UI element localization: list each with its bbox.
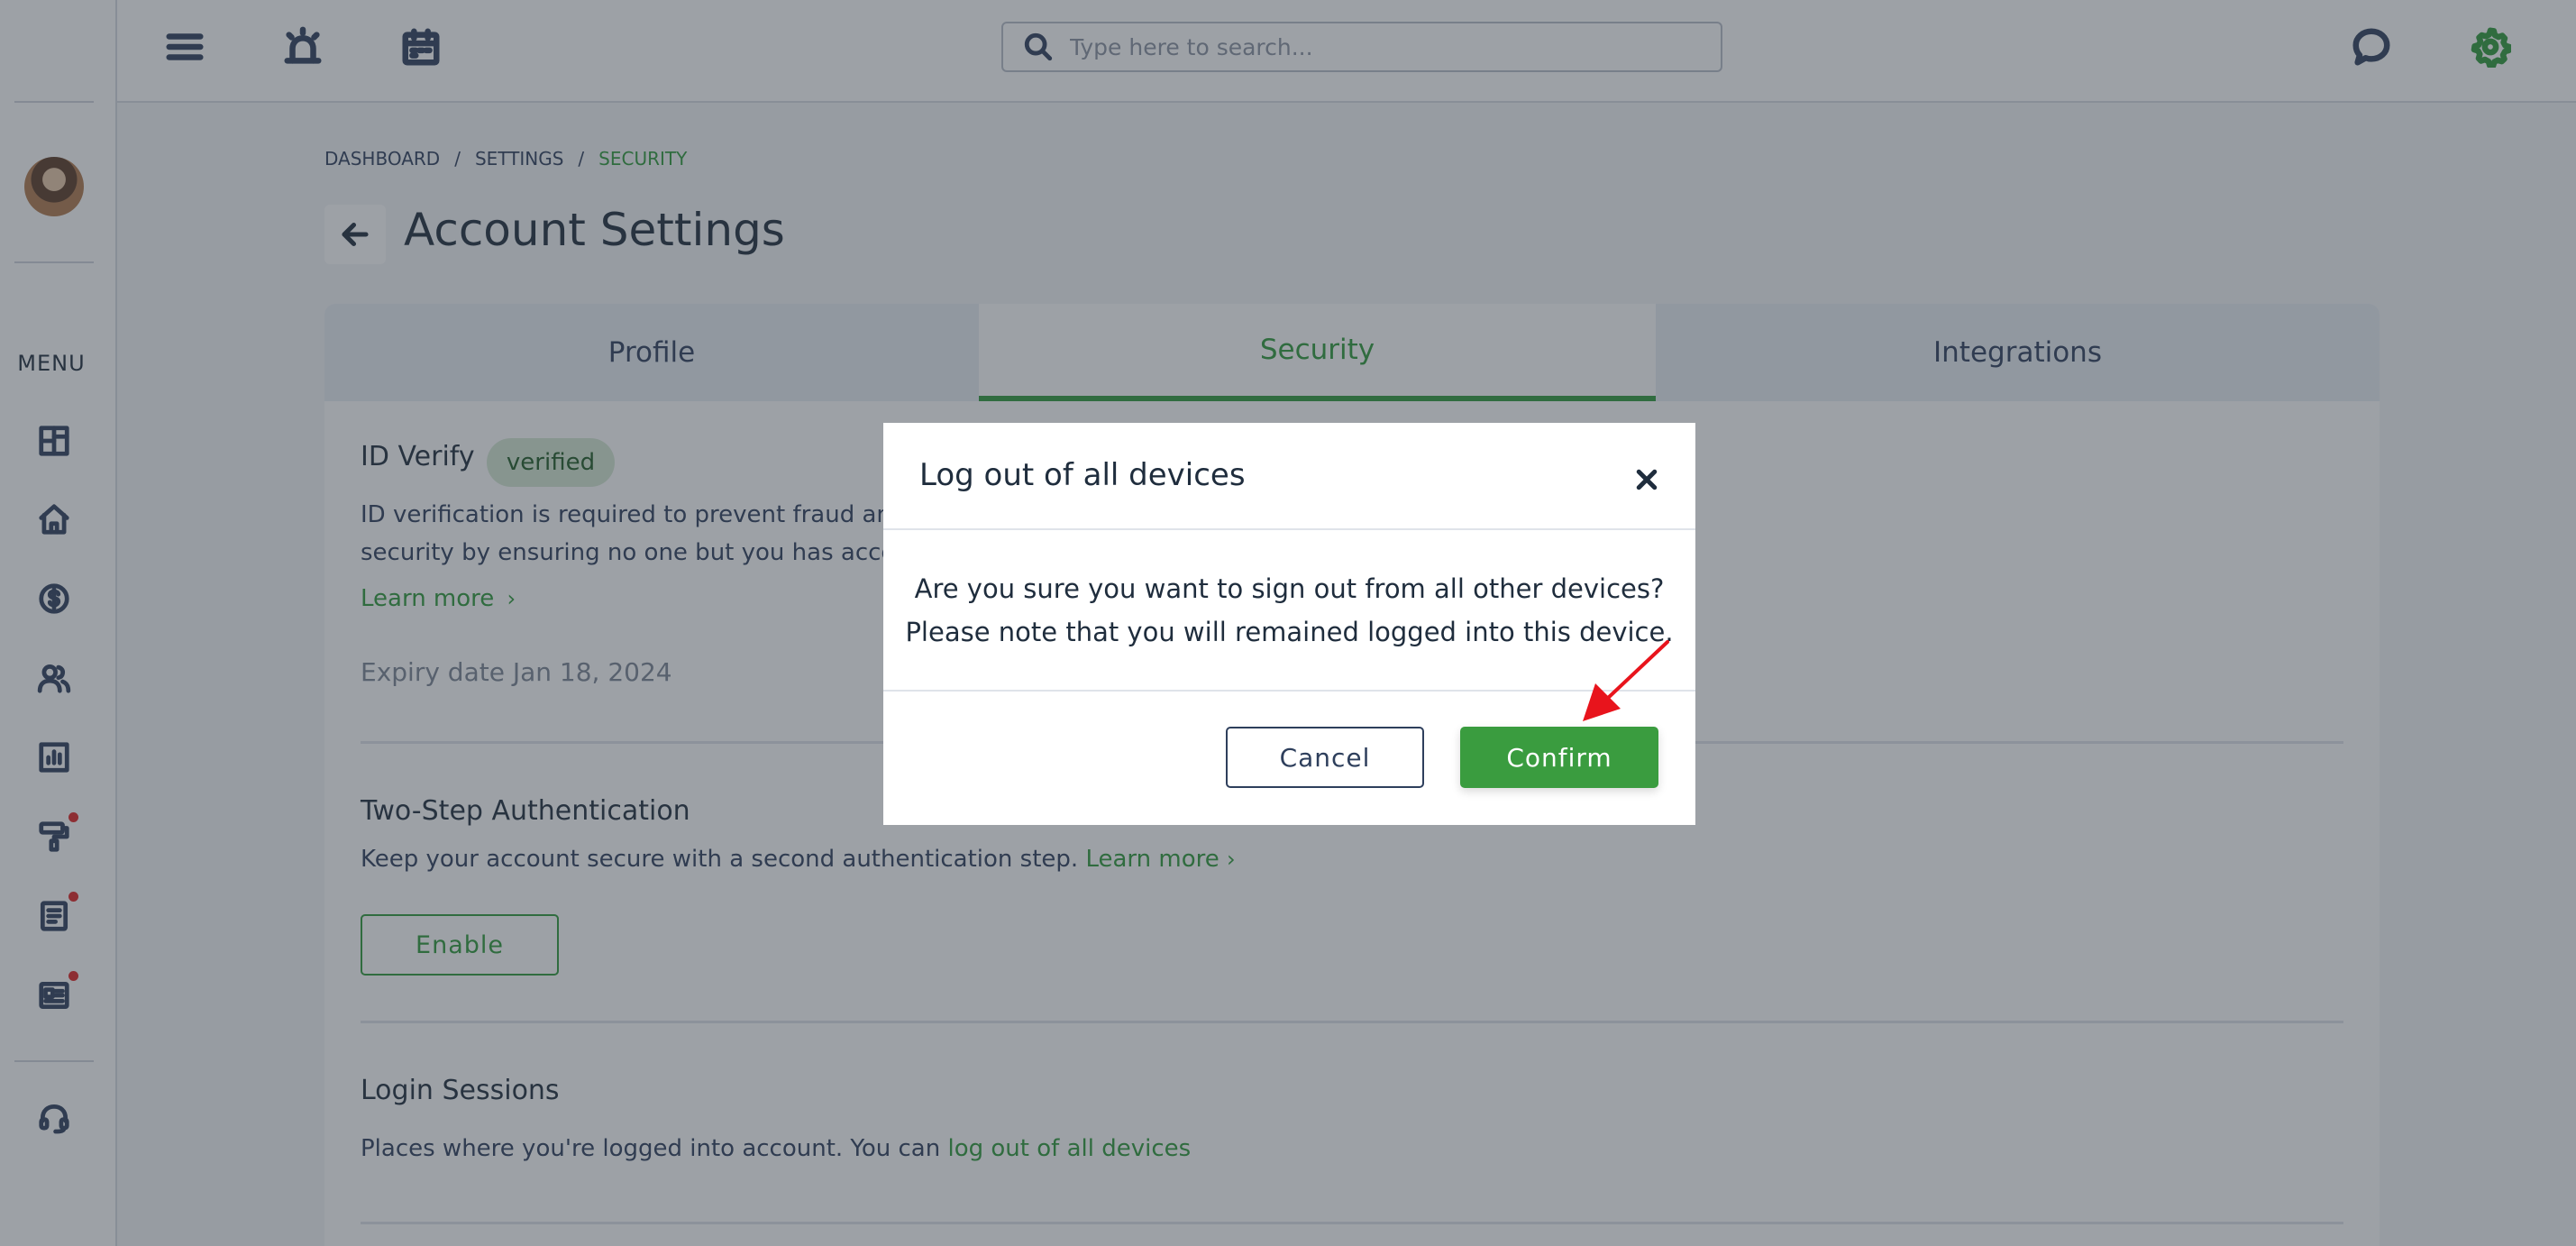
modal-divider [883,528,1695,530]
annotation-arrow-icon [1583,640,1669,721]
close-button[interactable] [1626,459,1667,500]
close-icon [1636,469,1658,490]
modal-title: Log out of all devices [919,457,1246,493]
cancel-button[interactable]: Cancel [1226,727,1424,788]
logout-modal: Log out of all devices Are you sure you … [883,423,1695,825]
confirm-button[interactable]: Confirm [1460,727,1658,788]
modal-message-line: Are you sure you want to sign out from a… [914,573,1665,604]
